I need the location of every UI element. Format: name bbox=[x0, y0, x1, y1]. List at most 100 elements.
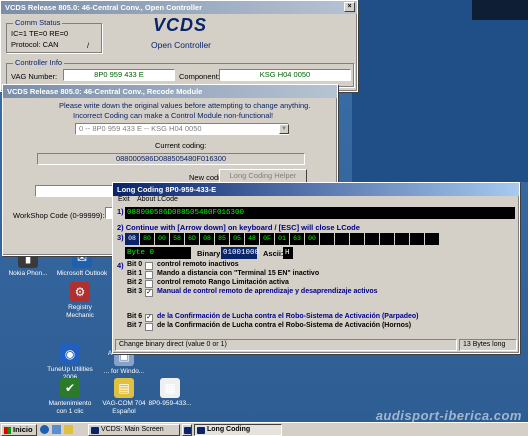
byte-cell[interactable] bbox=[335, 233, 349, 245]
byte-label: Byte 0 bbox=[125, 247, 191, 259]
bit-checkbox[interactable] bbox=[145, 280, 153, 288]
comm-status-line: IC=1 TE=0 RE=0 bbox=[11, 29, 69, 38]
desktop-icon-label: ... for Windo... bbox=[103, 368, 145, 375]
bit-description: control remoto inactivos bbox=[157, 261, 239, 268]
byte-cell[interactable] bbox=[395, 233, 409, 245]
main-window-title: VCDS Release 805.0: 46-Central Conv., Op… bbox=[5, 3, 203, 12]
new-coding-input[interactable] bbox=[35, 185, 117, 197]
desktop-icon[interactable]: ⚙ Registry Mechanic bbox=[54, 282, 106, 319]
byte-cell[interactable]: 00 bbox=[305, 233, 319, 245]
module-select[interactable]: 0 -- 8P0 959 433 E -- KSG H04 0050 bbox=[75, 123, 289, 135]
byte-cell[interactable] bbox=[380, 233, 394, 245]
menu-about-lcode[interactable]: About LCode bbox=[137, 196, 178, 203]
byte-cell[interactable]: 08 bbox=[125, 233, 139, 245]
step-3: 3) bbox=[117, 233, 124, 242]
byte-cell[interactable]: 6D bbox=[185, 233, 199, 245]
status-hint: Change binary direct (value 0 or 1) bbox=[115, 339, 457, 351]
desktop-icon[interactable]: ✔ Mantenimiento con 1 clic bbox=[44, 378, 96, 415]
byte-cell[interactable] bbox=[425, 233, 439, 245]
quick-launch-ie-icon[interactable] bbox=[40, 425, 49, 434]
desktop-icon-label: VAG-COM 704 Español bbox=[102, 400, 146, 415]
long-coding-title: Long Coding 8P0-959-433-E bbox=[117, 185, 217, 194]
comm-status-group: Comm Status IC=1 TE=0 RE=0 Protocol: CAN… bbox=[6, 18, 102, 53]
byte-cell[interactable]: 01 bbox=[275, 233, 289, 245]
desktop-background-area bbox=[352, 0, 528, 182]
close-icon[interactable]: × bbox=[344, 2, 355, 12]
module-select-chevron-down-icon[interactable]: ▼ bbox=[279, 124, 289, 134]
start-button[interactable]: Inicio bbox=[1, 424, 37, 436]
long-coding-helper-button[interactable]: Long Coding Helper bbox=[219, 169, 307, 183]
vag-number-label: VAG Number: bbox=[11, 72, 58, 81]
bit-checkbox[interactable] bbox=[145, 271, 153, 279]
byte-cell[interactable]: 00 bbox=[155, 233, 169, 245]
recode-window-titlebar[interactable]: VCDS Release 805.0: 46-Central Conv., Re… bbox=[3, 85, 337, 98]
byte-cell[interactable] bbox=[365, 233, 379, 245]
menu-exit[interactable]: Exit bbox=[118, 196, 130, 203]
desktop-icon-glyph-icon: ◉ bbox=[60, 344, 80, 364]
windows-logo-icon bbox=[4, 427, 11, 434]
taskbar-vcds-main[interactable]: VCDS: Main Screen bbox=[88, 424, 180, 436]
byte-cell[interactable]: 58 bbox=[170, 233, 184, 245]
bit-description: Mando a distancia con "Terminal 15 EN" i… bbox=[157, 270, 320, 277]
ascii-field: H bbox=[283, 247, 293, 259]
desktop-icon[interactable]: ◉ TuneUp Utilities 2006 bbox=[44, 344, 96, 381]
byte-cell[interactable]: 08 bbox=[200, 233, 214, 245]
vcds-subtitle: Open Controller bbox=[151, 40, 212, 50]
long-coding-app-icon bbox=[197, 427, 205, 434]
desktop-icon-label: Microsoft Outlook bbox=[56, 270, 108, 277]
byte-cell[interactable]: 80 bbox=[140, 233, 154, 245]
quick-launch-desktop-icon[interactable] bbox=[52, 425, 61, 434]
binary-field[interactable]: 01001000 bbox=[221, 247, 259, 259]
bit-label: Bit 6 bbox=[127, 313, 143, 320]
main-window-titlebar[interactable]: VCDS Release 805.0: 46-Central Conv., Op… bbox=[1, 1, 357, 14]
desktop-icon-label: 8P0-959-433... bbox=[148, 400, 192, 407]
byte-cell[interactable]: 48 bbox=[245, 233, 259, 245]
step-4: 4) bbox=[117, 261, 124, 270]
coding-display[interactable]: 088000586D088505480F016300 bbox=[125, 207, 515, 219]
desktop-icon[interactable]: ▦ 8P0-959-433... bbox=[144, 378, 196, 408]
vcds-logo: VCDS bbox=[153, 15, 208, 35]
status-length: 13 Bytes long bbox=[459, 339, 517, 351]
byte-cell[interactable]: 63 bbox=[290, 233, 304, 245]
step-2: 2) Continue with [Arrow down] on keyboar… bbox=[117, 223, 360, 232]
step-4-number: 4) bbox=[117, 261, 124, 270]
byte-cell[interactable] bbox=[410, 233, 424, 245]
protocol-mark: / bbox=[87, 41, 90, 50]
warning-text-2: Incorrect Coding can make a Control Modu… bbox=[73, 111, 274, 120]
byte-cell[interactable] bbox=[320, 233, 334, 245]
byte-cell[interactable]: 0F bbox=[260, 233, 274, 245]
taskbar-long-coding[interactable]: Long Coding bbox=[194, 424, 282, 436]
workshop-code-label: WorkShop Code (0-99999): bbox=[13, 211, 105, 220]
desktop-icon-glyph-icon: ▤ bbox=[114, 378, 134, 398]
bit-label: Bit 2 bbox=[127, 279, 143, 286]
start-label: Inicio bbox=[13, 425, 33, 434]
byte-cell[interactable]: 85 bbox=[215, 233, 229, 245]
vcds-main-window: VCDS Release 805.0: 46-Central Conv., Op… bbox=[0, 0, 358, 92]
controller-info-title: Controller Info bbox=[13, 58, 65, 67]
long-coding-window: Long Coding 8P0-959-433-E Exit About LCo… bbox=[112, 182, 520, 354]
step-2-text: Continue with [Arrow down] on keyboard /… bbox=[125, 223, 360, 232]
taskbar-vcds-secondary[interactable] bbox=[182, 424, 192, 436]
bit-checkbox[interactable] bbox=[145, 323, 153, 331]
bit-checkbox[interactable] bbox=[145, 262, 153, 270]
desktop-icon-label: Registry Mechanic bbox=[66, 304, 94, 319]
bit-label: Bit 0 bbox=[127, 261, 143, 268]
step-3-number: 3) bbox=[117, 233, 124, 242]
step-2-number: 2) bbox=[117, 223, 124, 232]
desktop-icon-label: Mantenimiento con 1 clic bbox=[48, 400, 92, 415]
component-label: Component: bbox=[179, 72, 220, 81]
binary-label: Binary: bbox=[197, 249, 223, 258]
bit-checkbox[interactable]: ✓ bbox=[145, 314, 153, 322]
bit-label: Bit 3 bbox=[127, 288, 143, 295]
vag-number-field: 8P0 959 433 E bbox=[63, 69, 175, 81]
bit-description: de la Confirmación de Lucha contra el Ro… bbox=[157, 313, 419, 320]
desktop-icon-label: Nokia Phon... bbox=[8, 270, 48, 277]
desktop-icon[interactable]: ▤ VAG-COM 704 Español bbox=[98, 378, 150, 415]
bit-description: de la Confirmación de Lucha contra el Ro… bbox=[157, 322, 412, 329]
quick-launch-outlook-icon[interactable] bbox=[64, 425, 73, 434]
bit-description: control remoto Rango Limitación activa bbox=[157, 279, 289, 286]
byte-cell[interactable] bbox=[350, 233, 364, 245]
byte-cell[interactable]: 05 bbox=[230, 233, 244, 245]
bit-checkbox[interactable]: ✓ bbox=[145, 289, 153, 297]
current-coding-label: Current coding: bbox=[155, 141, 207, 150]
